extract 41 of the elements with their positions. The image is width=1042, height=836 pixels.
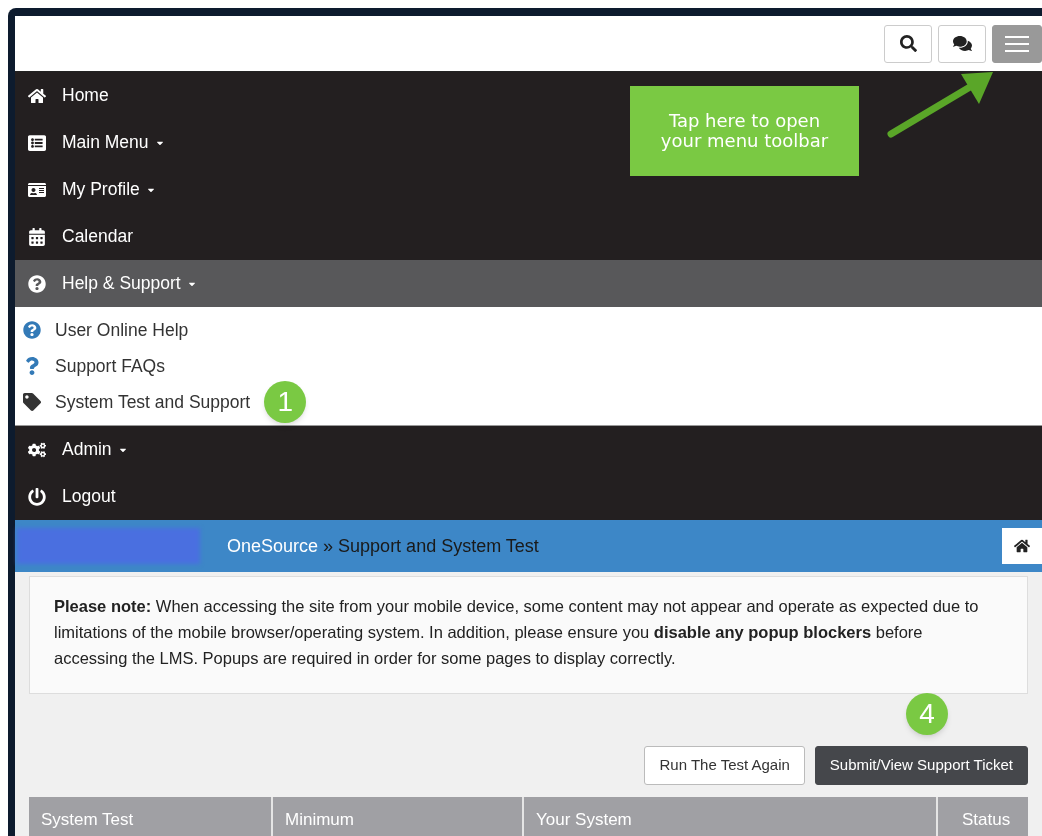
submenu-link[interactable]: User Online Help [55, 316, 189, 344]
column-header: Minimum [285, 810, 354, 829]
chat-button[interactable] [938, 24, 986, 63]
calendar-icon [28, 227, 46, 246]
power-icon [28, 487, 46, 506]
home-button[interactable] [1002, 528, 1042, 564]
nav-item[interactable]: My Profile [15, 166, 605, 213]
support-ticket-button[interactable]: Submit/View Support Ticket [814, 746, 1028, 785]
menu-icon [1005, 35, 1029, 52]
help-icon [28, 274, 46, 293]
tag-icon [23, 393, 41, 411]
nav-item[interactable]: Home [15, 72, 605, 119]
column-header: Status [962, 810, 1011, 829]
step-badge: 4 [906, 693, 948, 735]
column-header: Your System [536, 810, 632, 829]
submenu-link[interactable]: System Test and Support [55, 388, 251, 416]
breadcrumb-separator: » [323, 534, 334, 558]
nav-item[interactable]: Admin [15, 426, 605, 473]
column-header: System Test [41, 810, 134, 829]
search-icon [899, 35, 917, 52]
breadcrumb-link[interactable]: OneSource [227, 532, 319, 560]
run-test-button[interactable]: Run The Test Again [644, 746, 805, 785]
submenu-link[interactable]: Support FAQs [55, 352, 165, 380]
step-badge: 1 [264, 381, 307, 423]
help-icon [23, 321, 41, 339]
home-icon [1014, 538, 1030, 554]
question-mark-icon [23, 357, 41, 375]
chat-icon [952, 34, 972, 53]
list-icon [28, 133, 46, 152]
profile-card-icon [28, 180, 46, 199]
nav-item[interactable]: Calendar [15, 213, 605, 260]
note-text: Please note: When accessing the site from your mobile device, some content may not appear and operate as expected due to limitations of the mobile browser/operating system. In addition, please ensure you disable any popup blockers before accessing the LMS. Popups are required in order for some pages to display correctly. [54, 596, 980, 669]
nav-item[interactable]: Logout [15, 473, 605, 520]
nav-item[interactable]: Main Menu [15, 119, 605, 166]
gears-icon [28, 440, 46, 459]
menu-button[interactable] [992, 24, 1042, 63]
search-button[interactable] [884, 24, 932, 63]
breadcrumb-current: Support and System Test [338, 534, 539, 558]
nav-item[interactable]: Help & Support [15, 260, 1042, 307]
home-icon [28, 86, 46, 105]
callout-text: Tap here to open your menu toolbar [659, 111, 830, 151]
